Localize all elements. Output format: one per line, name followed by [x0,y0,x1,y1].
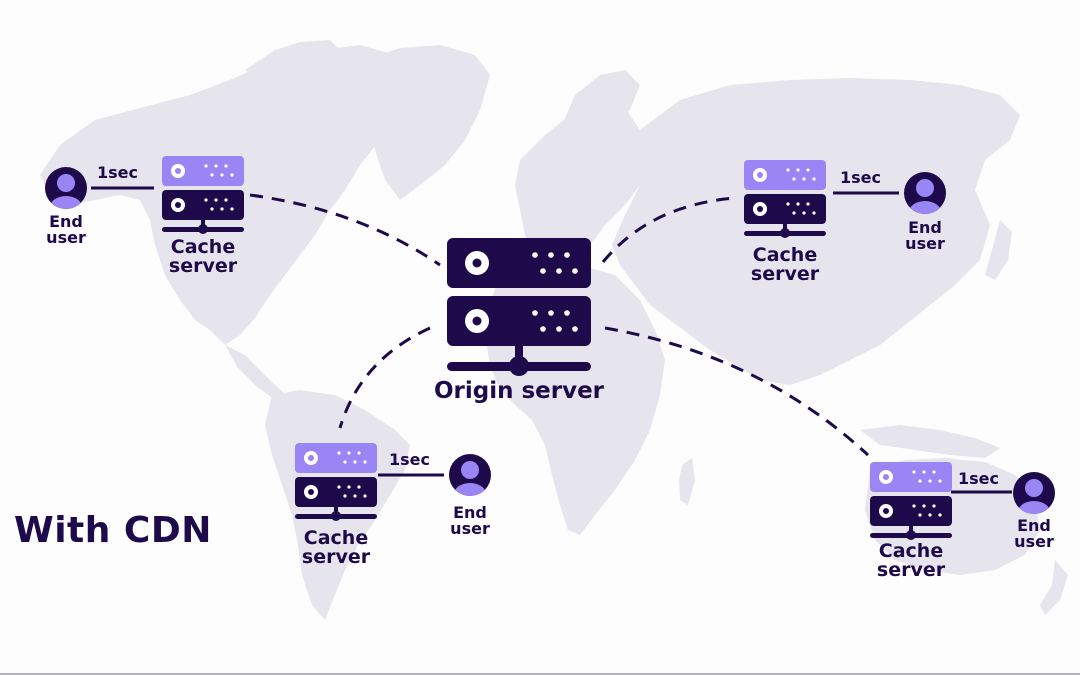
origin-server-label: Origin server [433,378,605,404]
cache-label-oceania: Cache server [876,540,946,582]
cache-label-asia: Cache server [750,244,820,286]
cache-label-north-america: Cache server [168,236,238,278]
islands-southeast-asia [860,425,1000,458]
user-label-asia: End user [905,218,945,254]
cdn-diagram: 1sec End user Cache server 1sec End user… [0,0,1080,675]
user-label-north-america: End user [46,212,86,248]
island-new-zealand [1040,560,1068,615]
diagram-title: With CDN [14,510,212,551]
continent-greenland [360,45,490,200]
user-icon-north-america [45,167,87,218]
island-japan [985,220,1012,280]
user-icon-south-america [449,454,491,505]
island-madagascar [679,458,695,505]
user-label-south-america: End user [450,503,490,539]
latency-label-asia: 1sec [840,168,881,187]
latency-label-oceania: 1sec [958,469,999,488]
cache-label-south-america: Cache server [301,527,371,569]
latency-label-south-america: 1sec [389,450,430,469]
user-label-oceania: End user [1014,516,1054,552]
latency-label-north-america: 1sec [97,163,138,182]
